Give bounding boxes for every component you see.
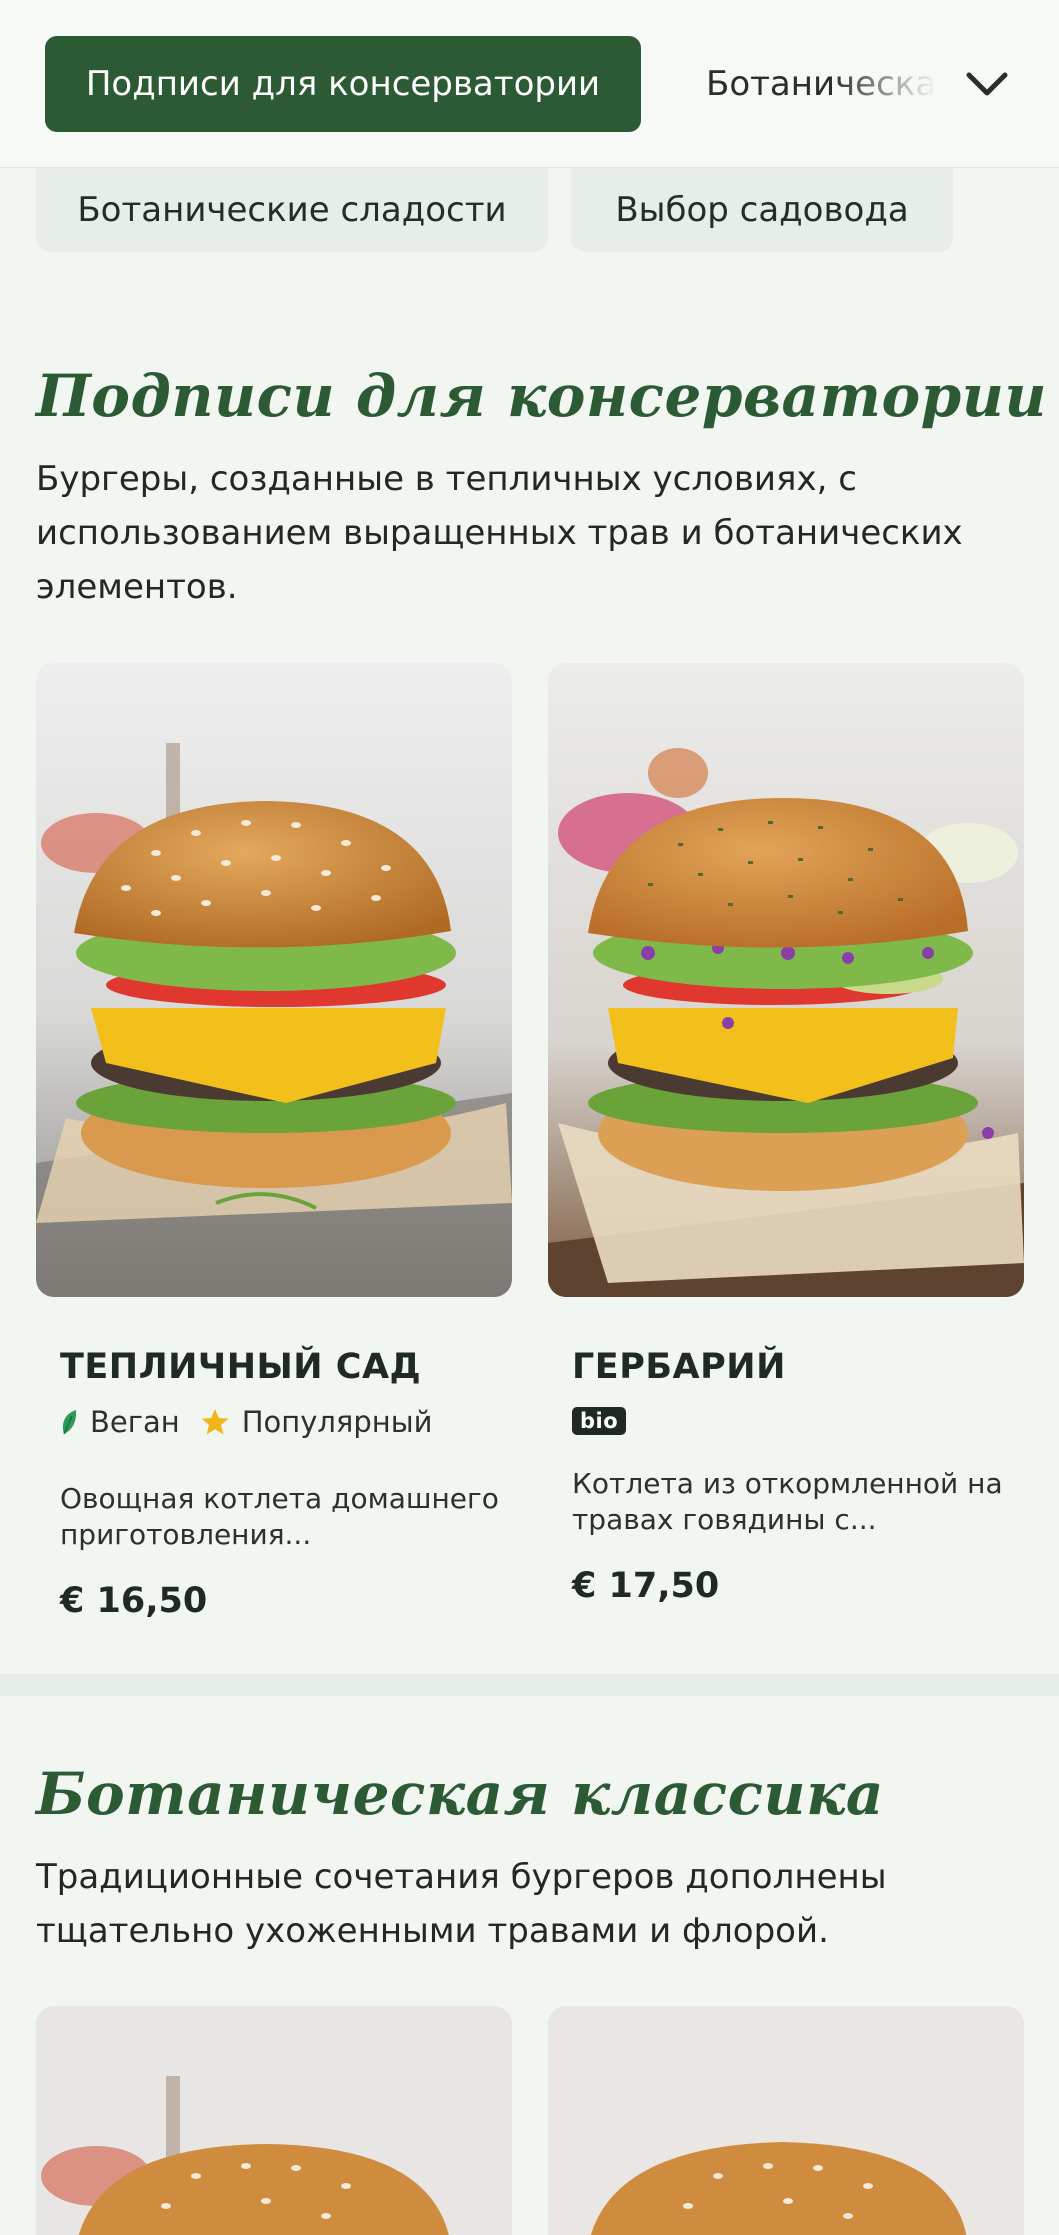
- chevron-down-icon[interactable]: [962, 64, 1012, 104]
- section-title: Подписи для консерватории: [36, 362, 1048, 430]
- product-description: Овощная котлета домашнего приготовления.…: [60, 1482, 499, 1551]
- product-card[interactable]: ГЕРБАРИЙ bio Котлета из откормленной на …: [548, 663, 1024, 1663]
- leaf-icon: [62, 1410, 77, 1435]
- product-description: Котлета из откормленной на травах говяди…: [572, 1467, 1003, 1536]
- product-name: ГЕРБАРИЙ: [572, 1347, 786, 1387]
- tag-popular: Популярный: [200, 1405, 433, 1439]
- product-tags: bio: [572, 1407, 627, 1435]
- product-name: ТЕПЛИЧНЫЙ САД: [60, 1347, 422, 1387]
- category-chip-gardener[interactable]: Выбор садовода: [571, 168, 953, 252]
- section-conservatory: Подписи для консерватории Бургеры, созда…: [0, 254, 1059, 1674]
- bio-badge: bio: [572, 1407, 627, 1435]
- product-price: € 16,50: [60, 1581, 208, 1621]
- tag-label: Веган: [90, 1405, 180, 1439]
- category-chip-next[interactable]: Ботаническая классика: [706, 36, 936, 132]
- section-botanical-classics: Ботаническая классика Традиционные сочет…: [0, 1696, 1059, 2235]
- product-price: € 17,50: [572, 1566, 720, 1606]
- product-card[interactable]: [548, 2006, 1024, 2235]
- product-image[interactable]: [548, 2006, 1024, 2235]
- section-title: Ботаническая классика: [36, 1760, 884, 1828]
- tag-label: Популярный: [241, 1405, 433, 1439]
- section-description: Бургеры, созданные в тепличных условиях,…: [36, 459, 963, 607]
- product-card[interactable]: ТЕПЛИЧНЫЙ САД Веган Популярный Овощная к…: [36, 663, 512, 1663]
- tag-vegan: Веган: [60, 1405, 180, 1439]
- product-card[interactable]: [36, 2006, 512, 2235]
- section-description: Традиционные сочетания бургеров дополнен…: [36, 1857, 887, 1951]
- category-chip-active[interactable]: Подписи для консерватории: [45, 36, 641, 132]
- category-chip-sweets[interactable]: Ботанические сладости: [36, 168, 548, 252]
- star-icon: [201, 1408, 229, 1435]
- category-nav-row2: Ботанические сладости Выбор садовода: [0, 168, 1059, 254]
- product-image[interactable]: [36, 663, 512, 1297]
- section-divider: [0, 1674, 1059, 1696]
- product-tags: Веган Популярный: [60, 1405, 452, 1439]
- product-image[interactable]: [548, 663, 1024, 1297]
- product-image[interactable]: [36, 2006, 512, 2235]
- category-nav: Подписи для консерватории Ботаническая к…: [0, 0, 1059, 168]
